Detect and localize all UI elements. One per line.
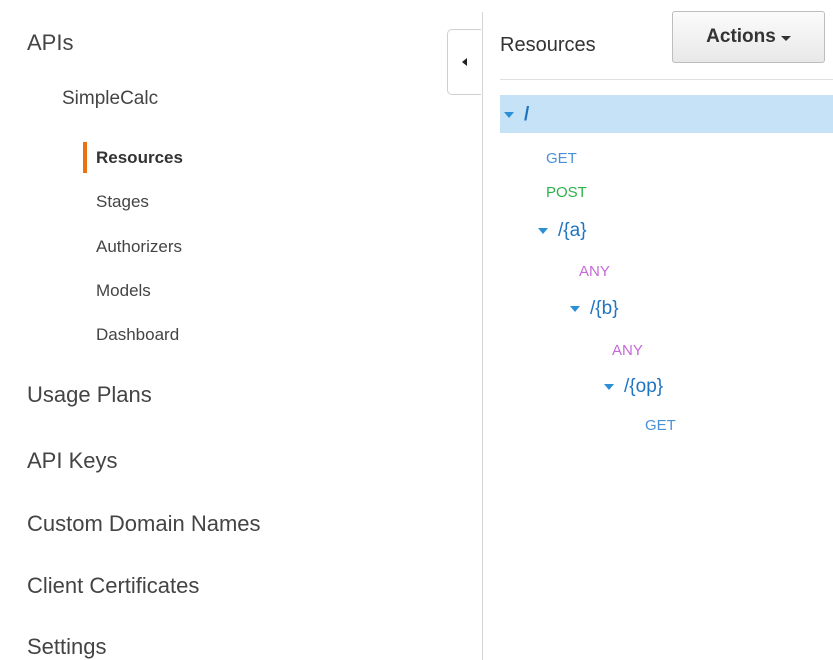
tree-expand-icon[interactable] xyxy=(538,228,548,234)
resource-root[interactable]: / xyxy=(504,104,529,126)
nav-item-settings[interactable]: Settings xyxy=(27,634,107,660)
caret-left-icon xyxy=(462,58,467,66)
nav-item-apis[interactable]: APIs xyxy=(27,30,73,56)
tree-expand-icon[interactable] xyxy=(504,112,514,118)
actions-button-label: Actions xyxy=(706,26,776,47)
panel-divider xyxy=(482,12,483,660)
tree-expand-icon[interactable] xyxy=(604,384,614,390)
resource-path: /{b} xyxy=(590,298,619,319)
nav-item-custom-domain-names[interactable]: Custom Domain Names xyxy=(27,511,261,537)
left-navigation: APIs SimpleCalc Resources Stages Authori… xyxy=(0,0,480,660)
method-any[interactable]: ANY xyxy=(579,263,610,280)
nav-item-dashboard[interactable]: Dashboard xyxy=(96,325,179,345)
tree-expand-icon[interactable] xyxy=(570,306,580,312)
caret-down-icon xyxy=(780,35,791,41)
nav-item-client-certificates[interactable]: Client Certificates xyxy=(27,573,199,599)
method-any[interactable]: ANY xyxy=(612,342,643,359)
method-get[interactable]: GET xyxy=(546,150,577,167)
method-get[interactable]: GET xyxy=(645,417,676,434)
actions-button[interactable]: Actions xyxy=(672,11,825,63)
nav-item-authorizers[interactable]: Authorizers xyxy=(96,237,182,257)
selected-resource-highlight xyxy=(500,95,833,133)
resource-op[interactable]: /{op} xyxy=(604,376,663,398)
resource-path: / xyxy=(524,104,530,125)
resource-b[interactable]: /{b} xyxy=(570,298,619,320)
collapse-nav-button[interactable] xyxy=(447,29,481,95)
nav-item-simplecalc[interactable]: SimpleCalc xyxy=(62,88,158,110)
nav-item-resources[interactable]: Resources xyxy=(96,148,183,168)
nav-item-models[interactable]: Models xyxy=(96,281,151,301)
nav-item-usage-plans[interactable]: Usage Plans xyxy=(27,382,152,408)
api-gateway-console: APIs SimpleCalc Resources Stages Authori… xyxy=(0,0,833,660)
resource-path: /{op} xyxy=(624,376,664,397)
nav-item-api-keys[interactable]: API Keys xyxy=(27,448,117,474)
resource-a[interactable]: /{a} xyxy=(538,220,587,242)
resource-path: /{a} xyxy=(558,220,587,241)
header-divider xyxy=(500,79,833,80)
active-indicator xyxy=(83,142,87,173)
method-post[interactable]: POST xyxy=(546,184,587,201)
resources-panel-title: Resources xyxy=(500,34,596,56)
nav-item-stages[interactable]: Stages xyxy=(96,192,149,212)
